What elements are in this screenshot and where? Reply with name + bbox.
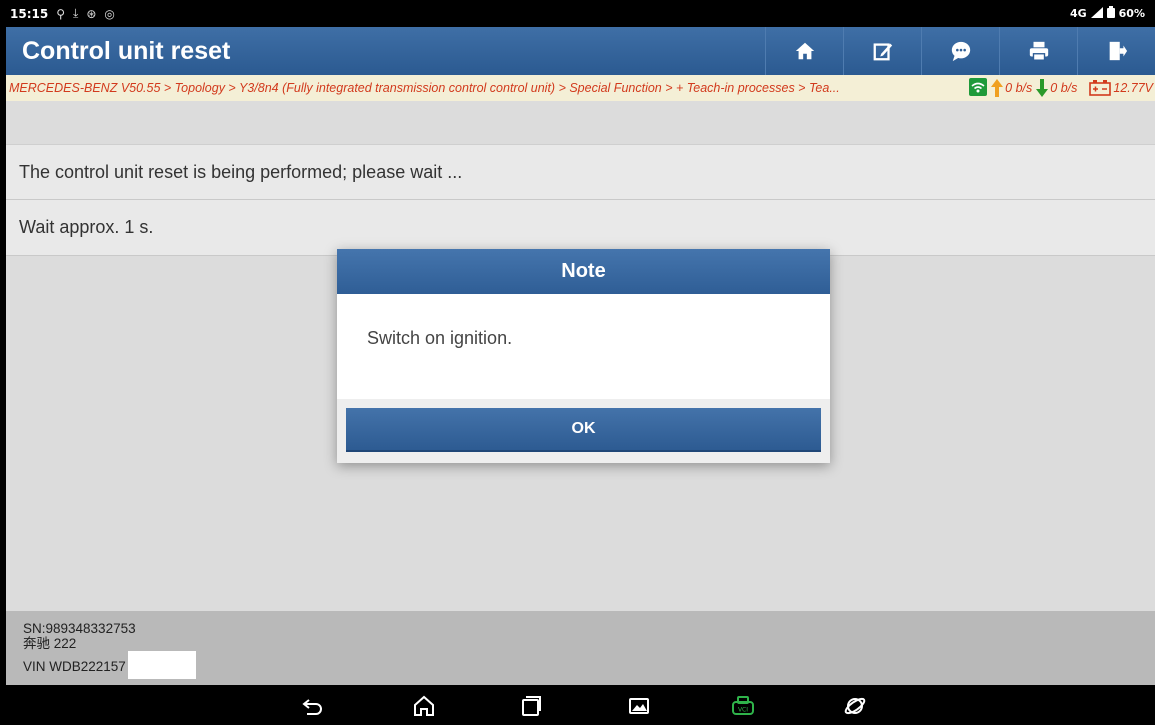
edit-button[interactable] — [843, 27, 921, 75]
edit-icon — [873, 43, 892, 61]
exit-icon — [1109, 41, 1127, 61]
vehicle-model: 奔驰 222 — [23, 636, 77, 651]
dialog-message: Switch on ignition. — [367, 328, 513, 348]
navigation-bar: VCI — [0, 685, 1155, 725]
wifi-icon — [969, 77, 988, 99]
list-item: Wait approx. 1 s. — [6, 200, 1155, 256]
page-title: Control unit reset — [22, 36, 231, 65]
vin-line: VIN WDB222157 — [23, 651, 1155, 679]
home-icon — [795, 42, 814, 60]
recents-button[interactable] — [518, 693, 544, 719]
image-icon — [629, 698, 649, 714]
browser-button[interactable] — [842, 693, 868, 719]
vci-icon: VCI — [732, 696, 754, 715]
app-frame: Control unit reset MERCEDES-BENZ V50.55 … — [6, 27, 1155, 685]
battery-level: 60% — [1118, 7, 1145, 20]
list-item: The control unit reset is being performe… — [6, 145, 1155, 200]
arrow-down-icon — [1036, 79, 1049, 97]
spacer-row — [6, 101, 1155, 145]
vin-redaction — [127, 651, 196, 679]
status-bar: 15:15 ⚲ ⤓ ⊛ ◎ 4G 60% — [0, 0, 1155, 27]
title-bar: Control unit reset — [6, 27, 1155, 75]
serial-number: SN:989348332753 — [23, 621, 136, 636]
vci-button[interactable]: VCI — [730, 693, 756, 719]
accessibility-icon: ⊛ — [86, 6, 97, 21]
back-icon — [302, 699, 322, 715]
chat-button[interactable] — [921, 27, 999, 75]
battery-icon — [1106, 6, 1115, 21]
dialog-title: Note — [337, 249, 830, 294]
back-button[interactable] — [300, 693, 326, 719]
download-icon: ⤓ — [73, 6, 79, 20]
ok-button[interactable]: OK — [346, 408, 821, 452]
chat-icon — [951, 41, 970, 62]
screenshot-button[interactable] — [626, 693, 652, 719]
home-nav-button[interactable] — [411, 693, 437, 719]
car-battery-icon — [1089, 80, 1112, 96]
note-dialog: Note Switch on ignition. OK — [337, 249, 830, 463]
home-button[interactable] — [765, 27, 843, 75]
recents-icon — [522, 696, 541, 716]
browser-icon — [844, 697, 866, 715]
dialog-footer: OK — [337, 399, 830, 463]
svg-text:VCI: VCI — [738, 707, 748, 714]
upload-rate: 0 b/s — [991, 79, 1032, 97]
vci-metrics: 0 b/s 0 b/s 12.77V — [969, 77, 1155, 99]
status-time: 15:15 — [10, 6, 49, 21]
breadcrumb: MERCEDES-BENZ V50.55 > Topology > Y3/8n4… — [6, 75, 1155, 101]
signal-icon — [1090, 6, 1103, 21]
vin: VIN WDB222157 — [23, 659, 126, 674]
message-icon: ◎ — [104, 6, 115, 21]
breadcrumb-path: MERCEDES-BENZ V50.55 > Topology > Y3/8n4… — [9, 81, 840, 95]
arrow-up-icon — [991, 79, 1004, 97]
print-icon — [1029, 41, 1048, 61]
network-type: 4G — [1069, 7, 1087, 20]
device-info: SN:989348332753 奔驰 222 VIN WDB222157 — [6, 611, 1155, 685]
print-button[interactable] — [999, 27, 1077, 75]
usb-icon: ⚲ — [56, 6, 65, 21]
voltage: 12.77V — [1089, 80, 1153, 96]
download-rate: 0 b/s — [1036, 79, 1077, 97]
home-outline-icon — [414, 695, 434, 716]
exit-button[interactable] — [1077, 27, 1155, 75]
toolbar — [765, 27, 1155, 75]
